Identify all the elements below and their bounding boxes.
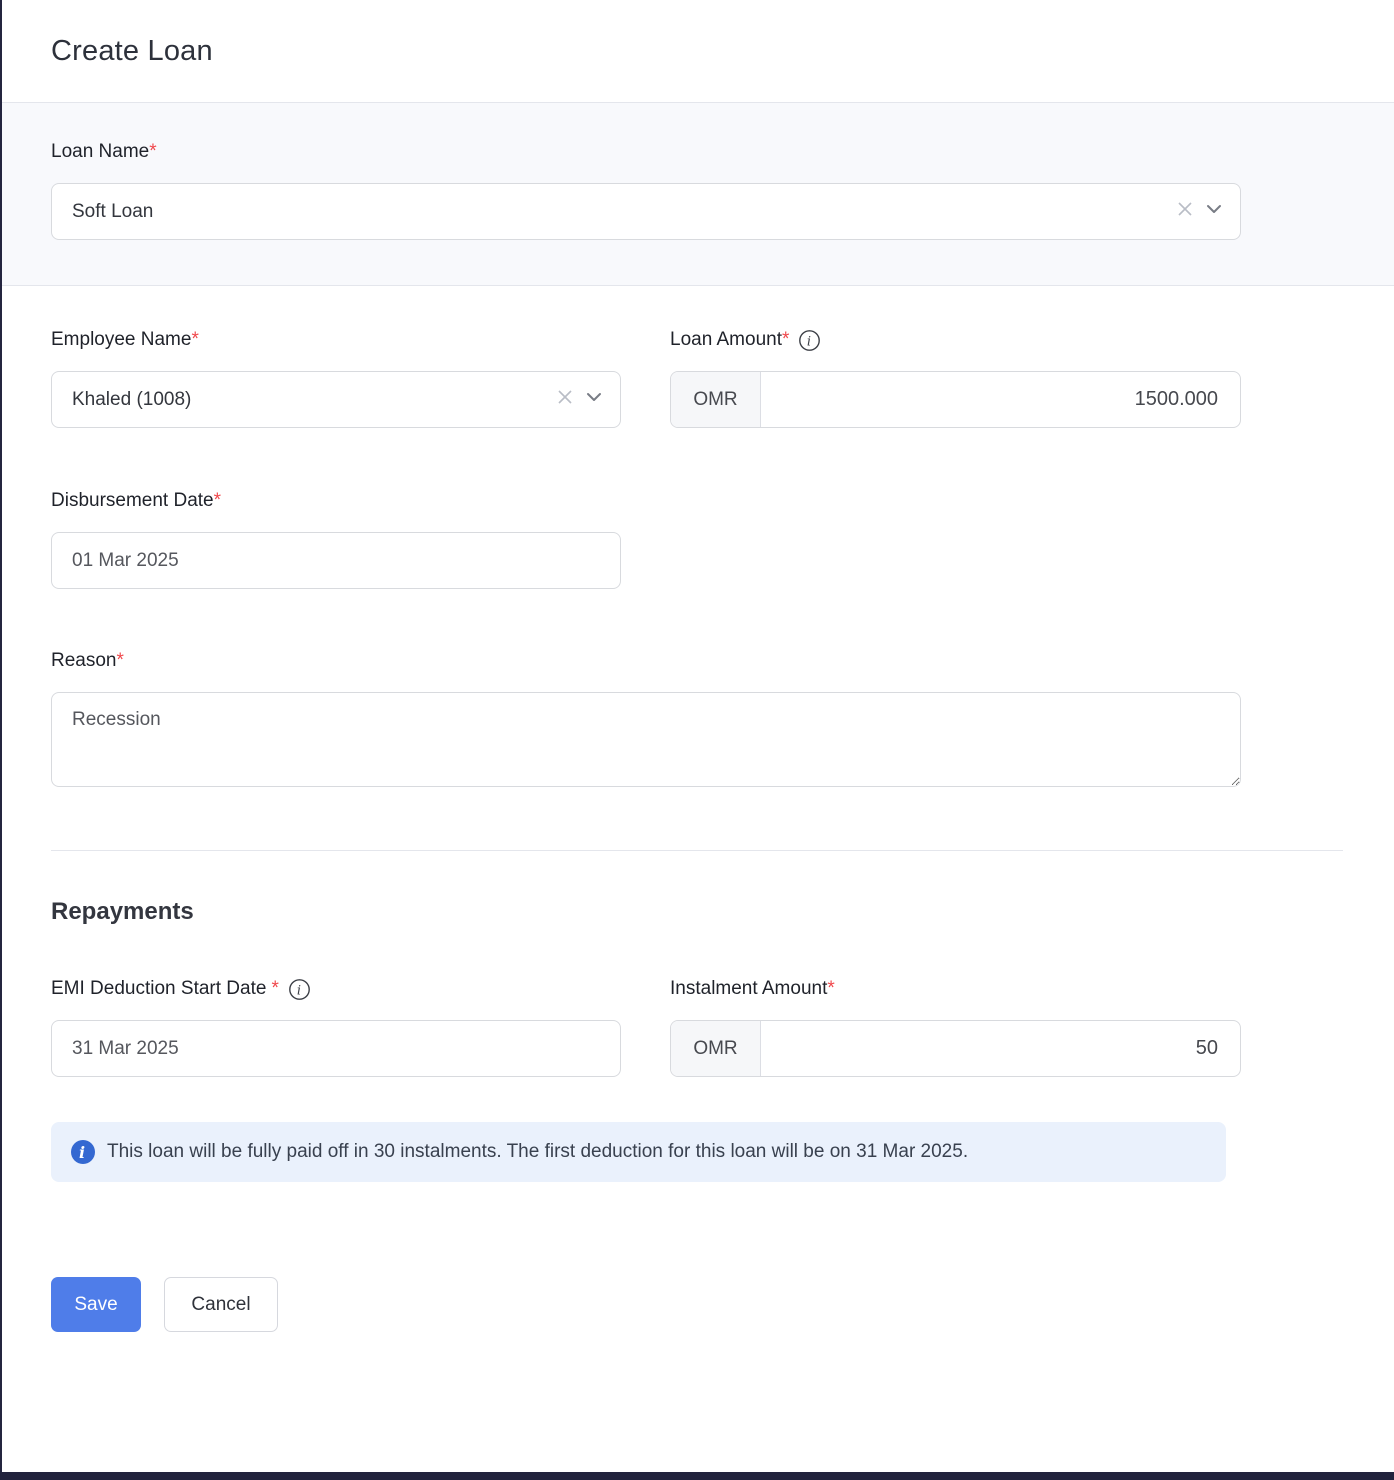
required-asterisk: * [271,976,278,1002]
loan-amount-currency-prefix: OMR [671,372,761,427]
chevron-down-icon[interactable] [584,387,604,413]
instalment-amount-label: Instalment Amount* [670,976,1241,1002]
save-button[interactable]: Save [51,1277,141,1332]
page-title: Create Loan [51,35,213,68]
bottom-frame-bar [0,1472,1394,1480]
emi-start-date-input[interactable] [51,1020,621,1077]
disbursement-date-input[interactable] [51,532,621,589]
loan-name-select[interactable]: Soft Loan [51,183,1241,240]
required-asterisk: * [117,648,124,674]
required-asterisk: * [191,327,198,353]
emi-start-date-label: EMI Deduction Start Date* i [51,976,621,1002]
disbursement-date-field-group: Disbursement Date* [51,488,621,589]
loan-name-section: Loan Name* Soft Loan [0,103,1394,286]
required-asterisk: * [782,327,789,353]
reason-textarea[interactable]: Recession [51,692,1241,787]
loan-name-value: Soft Loan [72,201,1174,223]
instalment-amount-input[interactable] [761,1021,1240,1076]
required-asterisk: * [149,139,156,165]
reason-label: Reason* [51,648,1241,674]
emi-start-date-field-group: EMI Deduction Start Date* i [51,976,621,1077]
loan-amount-input[interactable] [761,372,1240,427]
info-banner: i This loan will be fully paid off in 30… [51,1122,1226,1182]
instalment-currency-prefix: OMR [671,1021,761,1076]
svg-text:i: i [297,983,301,998]
info-icon[interactable]: i [798,329,821,352]
employee-name-label: Employee Name* [51,327,621,353]
left-edge-line [0,0,2,1480]
instalment-amount-group: OMR [670,1020,1241,1077]
modal-header: Create Loan [0,0,1394,103]
chevron-down-icon[interactable] [1204,199,1224,225]
loan-amount-field-group: Loan Amount* i OMR [670,327,1241,428]
reason-field-group: Reason* Recession [51,648,1241,792]
info-banner-text: This loan will be fully paid off in 30 i… [107,1141,968,1163]
disbursement-date-label: Disbursement Date* [51,488,621,514]
info-icon[interactable]: i [288,978,311,1001]
employee-name-field-group: Employee Name* Khaled (1008) [51,327,621,428]
required-asterisk: * [214,488,221,514]
svg-text:i: i [807,334,811,349]
repayments-heading: Repayments [51,896,1241,928]
cancel-button[interactable]: Cancel [164,1277,278,1332]
loan-amount-group: OMR [670,371,1241,428]
employee-name-select[interactable]: Khaled (1008) [51,371,621,428]
clear-icon[interactable] [554,386,576,414]
loan-name-label: Loan Name* [51,139,1241,165]
clear-icon[interactable] [1174,198,1196,226]
instalment-amount-field-group: Instalment Amount* OMR [670,976,1241,1077]
section-divider [51,850,1343,851]
loan-amount-label: Loan Amount* i [670,327,1241,353]
required-asterisk: * [827,976,834,1002]
info-banner-icon: i [71,1140,95,1164]
employee-name-value: Khaled (1008) [72,389,554,411]
